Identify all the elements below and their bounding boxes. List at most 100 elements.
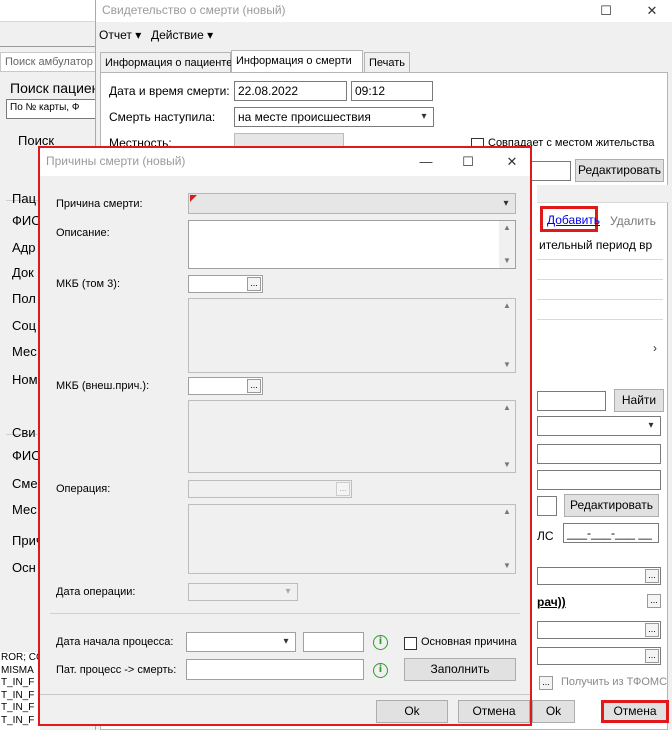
certificate-ok-button[interactable]: Ok [532, 700, 575, 723]
scroll-down-icon[interactable]: ▼ [499, 254, 515, 268]
operation-code-input: ... [188, 480, 352, 498]
ambulatory-search-tab[interactable]: Поиск амбулатор [0, 52, 96, 72]
chevron-down-icon: ▾ [283, 636, 289, 647]
death-occurred-select[interactable]: на месте происшествия ▾ [234, 107, 434, 127]
field-input[interactable] [537, 470, 661, 490]
patient-field-document: Док [12, 265, 34, 280]
scroll-up-icon[interactable]: ▲ [499, 505, 515, 519]
get-from-tfoms-button[interactable]: Получить из ТФОМС [561, 676, 667, 688]
menu-action[interactable]: Действие ▾ [151, 28, 213, 42]
info-icon[interactable]: i [373, 663, 388, 678]
info-icon[interactable]: i [373, 635, 388, 650]
causes-toolbar [537, 185, 669, 203]
ellipsis-icon[interactable]: ... [247, 379, 261, 393]
visit-field-place: Мес [12, 502, 37, 517]
error-line: MISMA [1, 664, 34, 676]
footer-separator [40, 694, 530, 695]
mkb3-code-input[interactable]: ... [188, 275, 263, 293]
description-scrollbar[interactable]: ▲ ▼ [499, 221, 515, 268]
tab-print[interactable]: Печать [364, 52, 410, 73]
process-start-label: Дата начала процесса: [56, 636, 174, 648]
visit-field-change: Сме [12, 476, 38, 491]
scroll-down-icon[interactable]: ▼ [499, 559, 515, 573]
dialog-ok-button[interactable]: Ok [376, 700, 448, 723]
patient-field-sex: Пол [12, 291, 36, 306]
chevron-down-icon: ▾ [648, 420, 654, 431]
death-date-input[interactable]: 22.08.2022 [234, 81, 347, 101]
mkb-ext-label: МКБ (внеш.прич.): [56, 380, 150, 392]
scroll-up-icon[interactable]: ▲ [499, 401, 515, 415]
death-occurred-value: на месте происшествия [238, 110, 371, 124]
maximize-icon[interactable]: ☐ [448, 151, 488, 173]
ellipsis-icon[interactable]: ... [645, 623, 659, 637]
causes-of-death-dialog: Причины смерти (новый) — ☐ ✕ Причина сме… [38, 146, 532, 726]
operation-scrollbar[interactable]: ▲ ▼ [499, 505, 515, 573]
scroll-down-icon[interactable]: ▼ [499, 358, 515, 372]
field-input[interactable]: ... [537, 647, 661, 665]
fill-button[interactable]: Заполнить [404, 658, 516, 681]
pat-process-label: Пат. процесс -> смерть: [56, 664, 177, 676]
ellipsis-icon[interactable]: ... [539, 676, 553, 690]
dialog-title: Причины смерти (новый) [46, 154, 186, 168]
dialog-cancel-button[interactable]: Отмена [458, 700, 530, 723]
certificate-title: Свидетельство о смерти (новый) [102, 3, 286, 17]
operation-label: Операция: [56, 483, 111, 495]
patient-field-social: Соц [12, 318, 37, 333]
scroll-up-icon[interactable]: ▲ [499, 221, 515, 235]
main-cause-checkbox[interactable] [404, 637, 417, 650]
mkb-ext-code-input[interactable]: ... [188, 377, 263, 395]
error-log: ROR; CO MISMA T_IN_F T_IN_F T_IN_F T_IN_… [0, 652, 40, 730]
maximize-icon[interactable]: ☐ [586, 0, 626, 22]
close-icon[interactable]: ✕ [492, 151, 532, 173]
process-start-date-input[interactable]: ▾ [186, 632, 296, 652]
ellipsis-icon[interactable]: ... [645, 569, 659, 583]
mkb3-scrollbar[interactable]: ▲ ▼ [499, 299, 515, 372]
delete-cause-link[interactable]: Удалить [610, 214, 656, 228]
scroll-down-icon[interactable]: ▼ [499, 458, 515, 472]
menu-report[interactable]: Отчет ▾ [99, 28, 141, 42]
error-line: T_IN_F [1, 689, 35, 701]
doctor-name-partial: рач)) [537, 595, 566, 609]
cause-select[interactable]: ▾ [188, 193, 516, 214]
search-text-input[interactable] [537, 391, 606, 411]
field-input[interactable]: ... [537, 567, 661, 585]
visit-field-main: Осн [12, 560, 36, 575]
grid-line [537, 279, 663, 280]
dialog-title-bar: Причины смерти (новый) — ☐ ✕ [40, 148, 530, 176]
find-button[interactable]: Найти [614, 389, 664, 412]
certificate-cancel-button[interactable]: Отмена [601, 700, 669, 723]
visit-field-fio: ФИО [12, 448, 42, 463]
death-time-input[interactable]: 09:12 [351, 81, 433, 101]
chevron-down-icon: ▾ [135, 28, 142, 42]
chevron-down-icon: ▾ [207, 28, 214, 42]
operation-date-input: ▾ [188, 583, 298, 601]
edit-button[interactable]: Редактировать [564, 494, 659, 517]
mkb-ext-scrollbar[interactable]: ▲ ▼ [499, 401, 515, 472]
add-cause-link[interactable]: Добавить [547, 213, 600, 227]
field-input[interactable] [537, 444, 661, 464]
field-input[interactable] [537, 496, 557, 516]
minimize-icon[interactable]: — [406, 151, 446, 173]
ellipsis-icon[interactable]: ... [647, 594, 661, 608]
search-mode-combo[interactable]: По № карты, Ф [6, 99, 98, 119]
snils-input[interactable]: ___-___-___ __ [563, 523, 659, 543]
tab-patient-info[interactable]: Информация о пациенте [100, 52, 232, 73]
scroll-up-icon[interactable]: ▲ [499, 299, 515, 313]
edit-address-button[interactable]: Редактировать [575, 159, 664, 182]
close-icon[interactable]: ✕ [632, 0, 672, 22]
description-label: Описание: [56, 227, 110, 239]
field-input[interactable]: ... [537, 621, 661, 639]
process-start-time-input[interactable] [303, 632, 364, 652]
background-divider [0, 46, 96, 47]
doctor-select[interactable]: ▾ [537, 416, 661, 436]
ellipsis-icon[interactable]: ... [247, 277, 261, 291]
scroll-right-icon[interactable]: › [653, 341, 657, 355]
mkb3-label: МКБ (том 3): [56, 278, 120, 290]
operation-description-box: ▲ ▼ [188, 504, 516, 574]
description-textarea[interactable]: ▲ ▼ [188, 220, 516, 269]
address-input[interactable] [531, 161, 571, 181]
ellipsis-icon[interactable]: ... [645, 649, 659, 663]
tab-death-info[interactable]: Информация о смерти [231, 50, 363, 73]
pat-process-input[interactable] [186, 659, 364, 680]
error-line: T_IN_F [1, 702, 35, 713]
